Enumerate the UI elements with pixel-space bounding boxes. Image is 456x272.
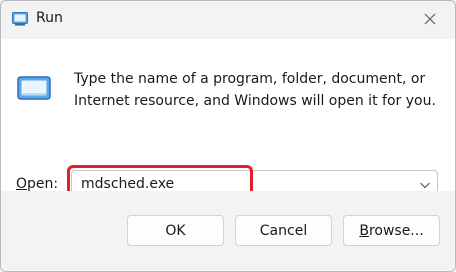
open-label-accelerator: O — [16, 176, 28, 192]
dialog-content: Type the name of a program, folder, docu… — [1, 39, 455, 201]
close-icon — [424, 13, 436, 25]
close-button[interactable] — [407, 1, 453, 37]
title-bar: Run — [1, 1, 455, 39]
run-icon — [12, 12, 28, 26]
open-label: Open: — [16, 176, 58, 192]
browse-label: rowse... — [368, 222, 424, 239]
run-dialog-window: Run Type the name of a program, folder, … — [0, 0, 456, 272]
chevron-down-icon[interactable] — [419, 179, 431, 191]
browse-button[interactable]: Browse... — [343, 215, 440, 246]
description-line-1: Type the name of a program, folder, docu… — [74, 71, 426, 87]
open-label-text: pen: — [27, 176, 59, 192]
browse-accelerator: B — [359, 222, 369, 239]
window-title: Run — [36, 10, 63, 26]
cancel-button[interactable]: Cancel — [235, 215, 332, 246]
dialog-footer: OK Cancel Browse... — [1, 191, 455, 271]
run-icon — [17, 76, 51, 100]
description-line-2: Internet resource, and Windows will open… — [74, 93, 436, 109]
ok-button[interactable]: OK — [127, 215, 224, 246]
dialog-description: Type the name of a program, folder, docu… — [74, 68, 444, 112]
